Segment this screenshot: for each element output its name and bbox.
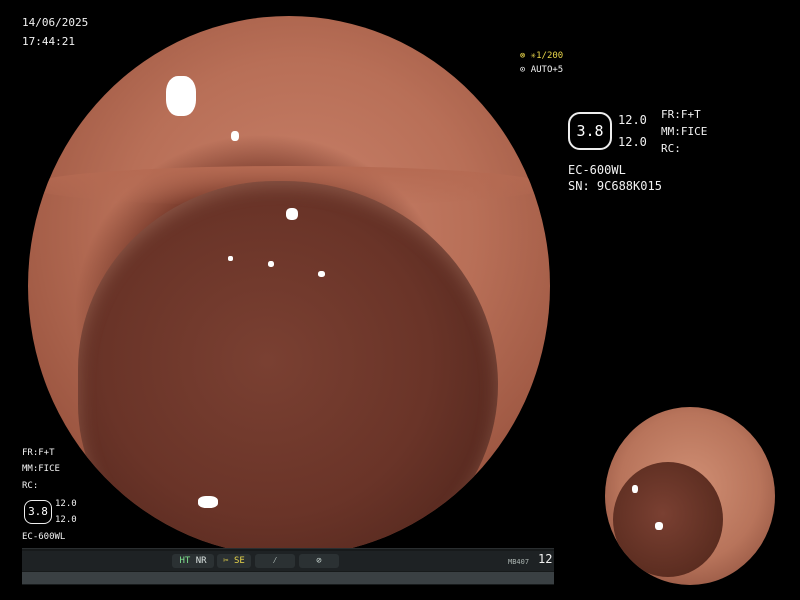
light-reflection: [198, 496, 218, 508]
scope-model: EC-600WL: [568, 163, 626, 177]
serial-number: SN: 9C688K015: [568, 179, 662, 193]
rc-label: RC:: [661, 142, 681, 155]
scissors-icon: ✂: [223, 556, 229, 566]
fr-label-left: FR:F+T: [22, 448, 55, 458]
value-top-left: 12.0: [55, 499, 77, 509]
auto-row: ⊙ AUTO+5: [519, 65, 564, 75]
status-bar-bottom: [22, 572, 554, 584]
mm-label: MM:FICE: [661, 125, 708, 138]
endoscope-inset-view: [605, 407, 775, 585]
light-reflection: [318, 271, 325, 277]
light-reflection: [231, 131, 239, 141]
date-label: 14/06/2025: [22, 16, 89, 29]
lightning-icon: ⁄: [272, 556, 278, 566]
record-icon: ⊘: [316, 556, 322, 566]
endoscope-main-view: [28, 16, 550, 556]
light-reflection: [268, 261, 274, 267]
status-number: 12: [538, 552, 553, 566]
light-reflection: [632, 485, 638, 493]
time-label: 17:44:21: [22, 35, 75, 48]
status-bar: HT NR ✂ SE ⁄ ⊘ MB407 12: [22, 548, 554, 585]
fr-label: FR:F+T: [661, 108, 701, 121]
ht-nr-indicator[interactable]: HT NR: [172, 554, 214, 568]
status-code: MB407: [508, 558, 530, 566]
value-bottom: 12.0: [618, 135, 647, 149]
inset-lumen: [613, 462, 723, 577]
lumen: [78, 181, 498, 556]
light-reflection: [286, 208, 298, 220]
mm-label-left: MM:FICE: [22, 464, 60, 474]
light-reflection: [166, 76, 196, 116]
scope-model-left: EC-600WL: [22, 532, 66, 542]
rc-label-left: RC:: [22, 481, 39, 491]
camera-icon: ⊙: [519, 65, 531, 75]
value-top: 12.0: [618, 113, 647, 127]
enhance-indicator-left: 3.8: [24, 500, 52, 524]
lightning-indicator[interactable]: ⁄: [255, 554, 295, 568]
record-indicator[interactable]: ⊘: [299, 554, 339, 568]
light-reflection: [228, 256, 233, 261]
value-bottom-left: 12.0: [55, 515, 77, 525]
se-indicator[interactable]: ✂ SE: [217, 554, 251, 568]
light-reflection: [655, 522, 663, 530]
enhance-indicator: 3.8: [568, 112, 612, 150]
